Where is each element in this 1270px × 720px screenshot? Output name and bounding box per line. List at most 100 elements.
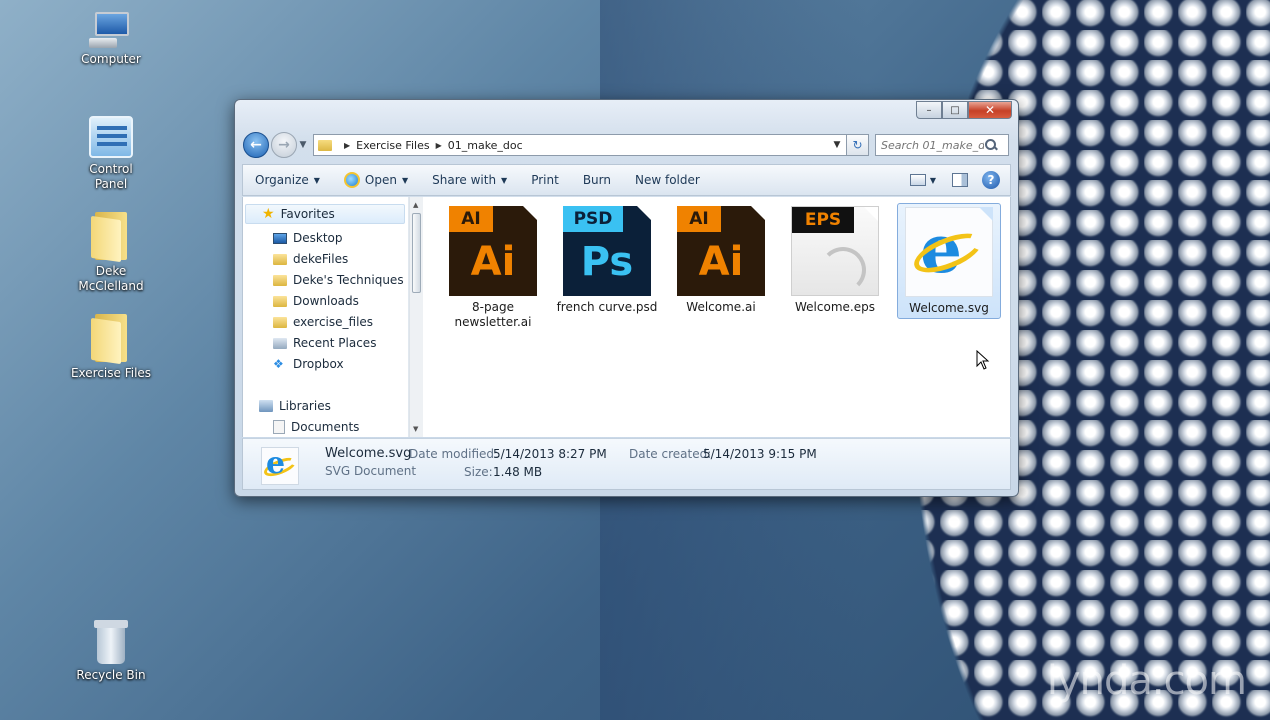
organize-menu[interactable]: Organize ▼: [243, 165, 332, 195]
documents-icon: [273, 420, 285, 434]
minimize-button[interactable]: –: [916, 101, 942, 119]
date-created-value: 5/14/2013 9:15 PM: [703, 447, 817, 461]
dropbox-icon: ❖: [273, 356, 284, 371]
nav-label: dekeFiles: [293, 252, 349, 266]
folder-icon: [273, 295, 287, 307]
back-button[interactable]: ←: [243, 132, 269, 158]
svg-file-thumbnail-icon: e: [261, 446, 299, 485]
new-folder-button[interactable]: New folder: [623, 165, 712, 195]
desktop-icon: [273, 232, 287, 244]
nav-item-dekefiles[interactable]: dekeFiles: [273, 249, 348, 269]
star-icon: ★: [262, 206, 275, 222]
file-name: 8-page newsletter.ai: [454, 300, 532, 329]
nav-item-dekes-techniques[interactable]: Deke's Techniques: [273, 270, 404, 290]
nav-pane-scrollbar[interactable]: ▲ ▼: [409, 197, 423, 437]
command-bar: Organize ▼ Open ▼ Share with ▼ Print Burn N…: [242, 164, 1011, 196]
address-bar[interactable]: ▶ Exercise Files ▶ 01_make_doc ▼: [313, 134, 847, 156]
file-badge: AI: [449, 206, 493, 232]
help-icon[interactable]: ?: [982, 171, 1000, 189]
file-badge: PSD: [563, 206, 623, 232]
file-badge: AI: [677, 206, 721, 232]
desktop-icon-user-folder[interactable]: Deke McClelland: [66, 212, 156, 294]
file-name: Welcome.eps: [795, 300, 875, 314]
print-button[interactable]: Print: [519, 165, 571, 195]
desktop-icon-label: Deke McClelland: [78, 264, 144, 293]
caption-buttons: – □ ✕: [916, 101, 1012, 119]
libraries-icon: [259, 400, 273, 412]
print-label: Print: [531, 173, 559, 187]
nav-label: Downloads: [293, 294, 359, 308]
file-name: Welcome.ai: [686, 300, 756, 314]
scroll-up-icon[interactable]: ▲: [413, 201, 418, 209]
navigation-bar: ← → ▼ ▶ Exercise Files ▶ 01_make_doc ▼ ↻: [243, 130, 1010, 160]
folder-icon: [273, 274, 287, 286]
desktop-icon-recycle-bin[interactable]: Recycle Bin: [66, 620, 156, 683]
folder-icon: [91, 314, 131, 365]
recent-pages-dropdown[interactable]: ▼: [297, 140, 309, 150]
navigation-pane: ★ Favorites Desktop dekeFiles Deke's Tec…: [243, 197, 409, 437]
new-folder-label: New folder: [634, 173, 700, 187]
share-with-label: Share with: [432, 173, 497, 187]
search-input[interactable]: [876, 138, 984, 152]
computer-icon: [89, 12, 133, 48]
search-icon[interactable]: [984, 138, 998, 152]
desktop-icon-computer[interactable]: Computer: [66, 12, 156, 67]
nav-item-dropbox[interactable]: ❖ Dropbox: [273, 354, 344, 374]
file-item-8-page-newsletter[interactable]: AI Ai 8-page newsletter.ai: [441, 203, 545, 329]
forward-button[interactable]: →: [271, 132, 297, 158]
folder-icon: [318, 139, 332, 151]
nav-item-exercise-files[interactable]: exercise_files: [273, 312, 373, 332]
date-modified-label: Date modified:: [409, 447, 499, 461]
breadcrumb-exercise-files[interactable]: Exercise Files: [356, 139, 429, 152]
date-modified-value: 5/14/2013 8:27 PM: [493, 447, 607, 461]
desktop-icon-control-panel[interactable]: Control Panel: [66, 116, 156, 192]
browser-icon: [343, 172, 360, 188]
illustrator-file-icon: AI Ai: [449, 206, 537, 296]
file-item-welcome-svg[interactable]: e Welcome.svg: [897, 203, 1001, 319]
chevron-down-icon[interactable]: ▼: [930, 176, 936, 185]
lynda-watermark: lynda.com: [1046, 658, 1247, 704]
refresh-button[interactable]: ↻: [847, 134, 869, 156]
nav-item-desktop[interactable]: Desktop: [273, 228, 343, 248]
nav-label: Documents: [291, 420, 360, 434]
chevron-down-icon: ▼: [401, 175, 409, 185]
nav-favorites[interactable]: ★ Favorites: [245, 204, 405, 224]
desktop-icon-exercise-files[interactable]: Exercise Files: [66, 314, 156, 381]
address-dropdown-icon[interactable]: ▼: [828, 140, 846, 150]
nav-label: Desktop: [293, 231, 343, 245]
file-item-welcome-ai[interactable]: AI Ai Welcome.ai: [669, 203, 773, 319]
recent-places-icon: [273, 337, 287, 349]
recycle-bin-icon: [94, 620, 128, 664]
desktop-icon-label: Exercise Files: [70, 366, 152, 380]
file-item-welcome-eps[interactable]: EPS Welcome.eps: [783, 203, 887, 319]
scroll-down-icon[interactable]: ▼: [413, 425, 418, 433]
preview-pane-icon[interactable]: [952, 173, 968, 187]
illustrator-file-icon: AI Ai: [677, 206, 765, 296]
nav-item-documents[interactable]: Documents: [273, 417, 359, 437]
burn-button[interactable]: Burn: [571, 165, 623, 195]
breadcrumb-01-make-doc[interactable]: 01_make_doc: [448, 139, 523, 152]
explorer-window: – □ ✕ ← → ▼ ▶ Exercise Files ▶ 01_make_d…: [234, 99, 1019, 497]
open-menu[interactable]: Open ▼: [332, 165, 420, 195]
nav-libraries[interactable]: Libraries: [259, 396, 331, 416]
file-name: Welcome.svg: [909, 301, 989, 315]
nav-item-downloads[interactable]: Downloads: [273, 291, 359, 311]
eps-file-icon: EPS: [791, 206, 879, 296]
nav-label: Deke's Techniques: [293, 273, 404, 287]
desktop-icon-label: Control Panel: [89, 162, 133, 191]
share-with-menu[interactable]: Share with ▼: [420, 165, 519, 195]
user-folder-icon: [91, 212, 131, 263]
change-view-icon[interactable]: [909, 174, 926, 186]
nav-label: Libraries: [279, 399, 331, 413]
svg-file-icon: e: [905, 207, 993, 297]
control-panel-icon: [89, 116, 133, 158]
close-button[interactable]: ✕: [968, 101, 1012, 119]
curve-graphic: [820, 247, 866, 293]
scroll-thumb[interactable]: [412, 213, 421, 293]
nav-item-recent-places[interactable]: Recent Places: [273, 333, 376, 353]
nav-label: Recent Places: [293, 336, 377, 350]
breadcrumb-separator-icon[interactable]: ▶: [344, 141, 350, 150]
file-item-french-curve[interactable]: PSD Ps french curve.psd: [555, 203, 659, 319]
breadcrumb-separator-icon[interactable]: ▶: [436, 141, 442, 150]
maximize-button[interactable]: □: [942, 101, 968, 119]
